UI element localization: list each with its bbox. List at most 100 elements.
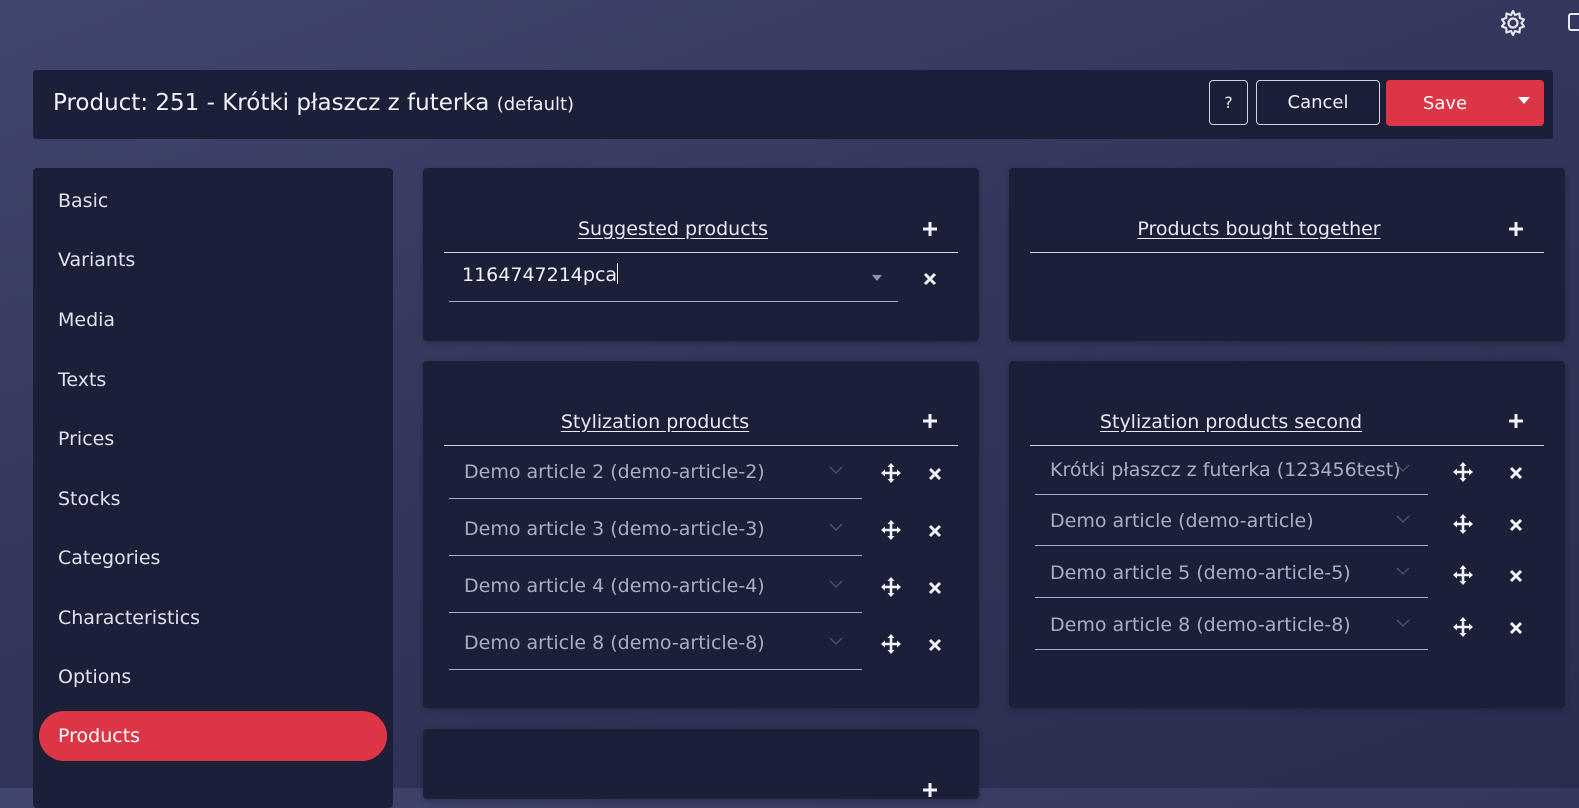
- list-item[interactable]: Demo article 2 (demo-article-2): [449, 447, 862, 499]
- sidebar-item-label: Options: [58, 666, 132, 688]
- list-item-label: Krótki płaszcz z futerka (123456test): [1050, 459, 1401, 481]
- move-icon: [881, 463, 901, 483]
- close-icon: [1509, 569, 1523, 583]
- list-item[interactable]: Demo article (demo-article): [1035, 498, 1428, 546]
- gear-icon[interactable]: [1498, 8, 1528, 38]
- drag-handle[interactable]: [1452, 461, 1474, 483]
- remove-item-button[interactable]: [927, 466, 943, 482]
- window-icon[interactable]: [1568, 12, 1579, 32]
- chevron-down-icon: [1396, 567, 1410, 576]
- dropdown-caret-icon: [872, 275, 882, 281]
- list-item[interactable]: Demo article 8 (demo-article-8): [1035, 602, 1428, 650]
- sidebar-item-texts[interactable]: Texts: [39, 356, 387, 404]
- remove-item-button[interactable]: [927, 637, 943, 653]
- drag-handle[interactable]: [880, 576, 902, 598]
- add-stylization-second-button[interactable]: [1506, 411, 1526, 431]
- page-title: Product: 251 - Krótki płaszcz z futerka …: [53, 90, 574, 116]
- sidebar-item-basic[interactable]: Basic: [39, 177, 387, 225]
- list-item[interactable]: Demo article 4 (demo-article-4): [449, 561, 862, 613]
- sidebar-item-media[interactable]: Media: [39, 296, 387, 344]
- sidebar-item-label: Stocks: [58, 488, 121, 510]
- plus-icon: [923, 783, 937, 797]
- sidebar-item-options[interactable]: Options: [39, 653, 387, 701]
- add-next-section-button[interactable]: [920, 780, 940, 800]
- move-icon: [1453, 565, 1473, 585]
- remove-suggested-button[interactable]: [922, 271, 938, 287]
- sidebar-item-label: Characteristics: [58, 607, 201, 629]
- plus-icon: [923, 222, 937, 236]
- list-item-label: Demo article 8 (demo-article-8): [464, 632, 765, 654]
- drag-handle[interactable]: [1452, 513, 1474, 535]
- list-item[interactable]: Demo article 5 (demo-article-5): [1035, 550, 1428, 598]
- sidebar: Basic Variants Media Texts Prices Stocks…: [33, 168, 393, 808]
- list-item[interactable]: Demo article 8 (demo-article-8): [449, 618, 862, 670]
- remove-item-button[interactable]: [927, 580, 943, 596]
- list-item[interactable]: Krótki płaszcz z futerka (123456test): [1035, 447, 1428, 495]
- close-icon: [1509, 466, 1523, 480]
- close-icon: [923, 272, 937, 286]
- section-title: Suggested products: [577, 218, 769, 240]
- sidebar-item-label: Prices: [58, 428, 115, 450]
- chevron-down-icon: [829, 523, 843, 532]
- list-item[interactable]: Demo article 3 (demo-article-3): [449, 504, 862, 556]
- drag-handle[interactable]: [1452, 616, 1474, 638]
- save-button[interactable]: Save: [1386, 80, 1504, 126]
- sidebar-item-label: Texts: [58, 369, 107, 391]
- sidebar-item-label: Categories: [58, 547, 161, 569]
- suggested-search-input[interactable]: 1164747214pca: [449, 250, 898, 302]
- drag-handle[interactable]: [880, 462, 902, 484]
- close-icon: [928, 467, 942, 481]
- drag-handle[interactable]: [1452, 564, 1474, 586]
- remove-item-button[interactable]: [927, 523, 943, 539]
- chevron-down-icon: [829, 637, 843, 646]
- list-item-label: Demo article 4 (demo-article-4): [464, 575, 765, 597]
- drag-handle[interactable]: [880, 519, 902, 541]
- remove-item-button[interactable]: [1508, 568, 1524, 584]
- list-item-label: Demo article 2 (demo-article-2): [464, 461, 765, 483]
- section-title: Stylization products second: [1099, 411, 1363, 433]
- add-bought-together-button[interactable]: [1506, 219, 1526, 239]
- sidebar-item-label: Media: [58, 309, 116, 331]
- chevron-down-icon: [1396, 619, 1410, 628]
- drag-handle[interactable]: [880, 633, 902, 655]
- list-item-label: Demo article 5 (demo-article-5): [1050, 562, 1351, 584]
- plus-icon: [923, 414, 937, 428]
- add-stylization-button[interactable]: [920, 411, 940, 431]
- chevron-down-icon: [829, 466, 843, 475]
- section-title: Stylization products: [560, 411, 750, 433]
- close-icon: [928, 524, 942, 538]
- product-header: Product: 251 - Krótki płaszcz z futerka …: [33, 70, 1553, 139]
- help-button[interactable]: ?: [1209, 80, 1248, 125]
- caret-down-icon: [1518, 96, 1530, 104]
- sidebar-item-label: Variants: [58, 249, 136, 271]
- sidebar-item-label: Basic: [58, 190, 109, 212]
- search-value: 1164747214pca: [462, 264, 618, 286]
- sidebar-item-variants[interactable]: Variants: [39, 236, 387, 284]
- remove-item-button[interactable]: [1508, 620, 1524, 636]
- product-title: Product: 251 - Krótki płaszcz z futerka: [53, 90, 490, 116]
- sidebar-item-label: Products: [58, 725, 141, 747]
- close-icon: [1509, 621, 1523, 635]
- cancel-button[interactable]: Cancel: [1256, 80, 1380, 125]
- sidebar-item-categories[interactable]: Categories: [39, 534, 387, 582]
- add-suggested-button[interactable]: [920, 219, 940, 239]
- sidebar-item-prices[interactable]: Prices: [39, 415, 387, 463]
- sidebar-item-products[interactable]: Products: [39, 711, 387, 761]
- remove-item-button[interactable]: [1508, 517, 1524, 533]
- title-suffix: (default): [496, 94, 575, 115]
- stylization-products-second-card: Stylization products second Krótki płasz…: [1009, 361, 1565, 708]
- list-item-label: Demo article (demo-article): [1050, 510, 1314, 532]
- list-item-label: Demo article 3 (demo-article-3): [464, 518, 765, 540]
- save-dropdown-button[interactable]: [1504, 80, 1544, 126]
- bought-together-card: Products bought together: [1009, 168, 1565, 341]
- move-icon: [1453, 514, 1473, 534]
- sidebar-item-characteristics[interactable]: Characteristics: [39, 594, 387, 642]
- close-icon: [928, 638, 942, 652]
- move-icon: [881, 634, 901, 654]
- chevron-down-icon: [1396, 464, 1410, 473]
- chevron-down-icon: [829, 580, 843, 589]
- close-icon: [928, 581, 942, 595]
- chevron-down-icon: [1396, 515, 1410, 524]
- remove-item-button[interactable]: [1508, 465, 1524, 481]
- sidebar-item-stocks[interactable]: Stocks: [39, 475, 387, 523]
